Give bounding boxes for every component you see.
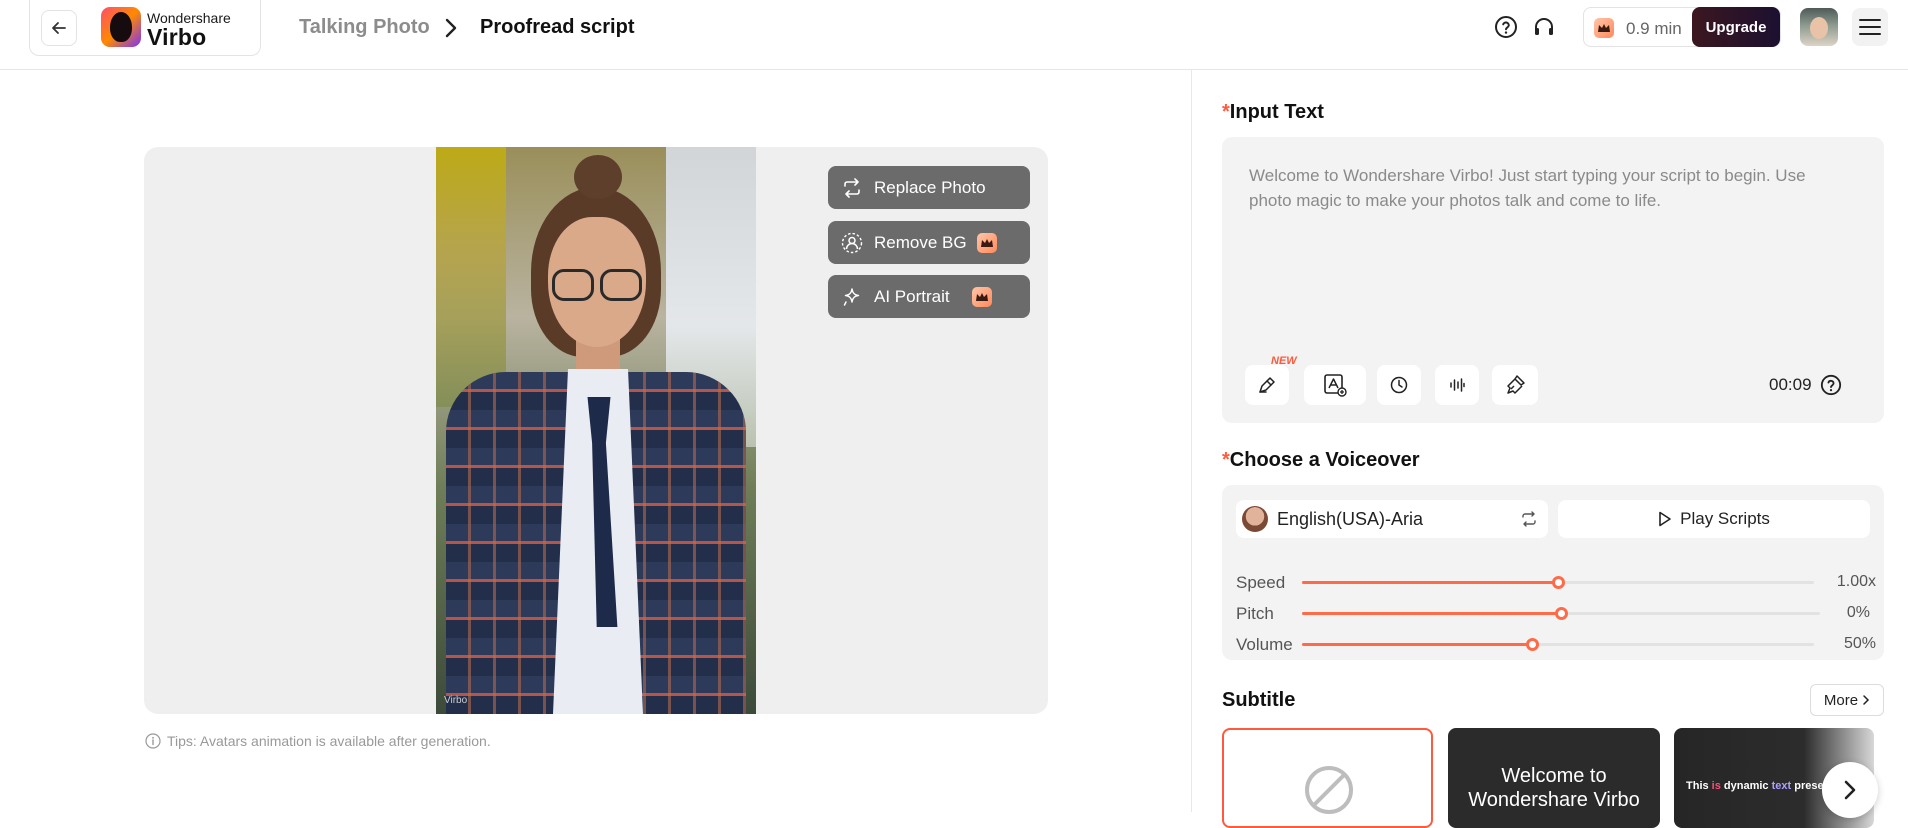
script-text[interactable]: Welcome to Wondershare Virbo! Just start… — [1249, 163, 1849, 213]
script-duration: 00:09 — [1769, 374, 1842, 396]
subtitle-preset-dynamic-text: This is dynamic text preset. — [1686, 780, 1831, 792]
tips-text: Tips: Avatars animation is available aft… — [145, 733, 491, 749]
menu-button[interactable] — [1852, 8, 1888, 46]
script-text-area[interactable]: Welcome to Wondershare Virbo! Just start… — [1222, 137, 1884, 423]
chevron-right-icon — [1863, 695, 1870, 705]
subtitle-next-button[interactable] — [1822, 762, 1878, 818]
voice-name: English(USA)-Aria — [1277, 509, 1424, 529]
play-icon — [1659, 511, 1671, 527]
help-icon[interactable] — [1820, 374, 1842, 396]
text-image-button[interactable] — [1304, 365, 1366, 405]
ai-portrait-button[interactable]: AI Portrait — [828, 275, 1030, 318]
voiceover-heading: *Choose a Voiceover — [1222, 449, 1420, 471]
breadcrumb-talking-photo[interactable]: Talking Photo — [299, 16, 430, 39]
uploaded-photo[interactable]: Virbo — [436, 147, 756, 714]
brand-product: Virbo — [147, 24, 207, 50]
brand-box: Wondershare Virbo — [29, 0, 261, 56]
remove-bg-button[interactable]: Remove BG — [828, 221, 1030, 264]
replace-photo-label: Replace Photo — [874, 177, 986, 197]
more-subtitles-button[interactable]: More — [1810, 684, 1884, 716]
ai-write-button[interactable]: NEW — [1245, 355, 1297, 405]
info-icon — [145, 733, 161, 749]
input-text-heading: *Input Text — [1222, 101, 1324, 123]
user-avatar[interactable] — [1800, 8, 1838, 46]
headset-icon[interactable] — [1531, 14, 1557, 40]
upgrade-button[interactable]: Upgrade — [1692, 7, 1780, 47]
swap-voice-icon[interactable] — [1520, 510, 1538, 528]
no-subtitle-icon — [1305, 766, 1353, 814]
pause-clock-icon — [1390, 376, 1408, 394]
subtitle-preset-classic[interactable]: Welcome to Wondershare Virbo — [1448, 728, 1660, 828]
clean-brush-icon — [1507, 375, 1525, 394]
chevron-right-icon — [444, 17, 458, 44]
premium-crown-icon — [971, 286, 992, 307]
sparkle-icon — [840, 285, 864, 309]
subtitle-heading: Subtitle — [1222, 689, 1296, 711]
volume-slider[interactable]: Volume 50% — [1236, 634, 1876, 654]
tips-label: Tips: Avatars animation is available aft… — [167, 733, 491, 749]
ai-portrait-label: AI Portrait — [874, 286, 950, 306]
breadcrumb-current: Proofread script — [480, 16, 635, 38]
top-header: Wondershare Virbo Talking Photo Proofrea… — [0, 0, 1908, 70]
ai-write-icon — [1259, 377, 1275, 393]
pitch-slider-handle[interactable] — [1555, 607, 1568, 620]
voice-avatar — [1242, 506, 1268, 532]
new-badge: NEW — [1271, 355, 1297, 367]
watermark: Virbo — [444, 695, 468, 706]
remove-bg-label: Remove BG — [874, 232, 967, 252]
replace-icon — [840, 176, 864, 200]
crown-icon — [1594, 18, 1614, 38]
volume-slider-handle[interactable] — [1526, 638, 1540, 651]
help-icon[interactable] — [1493, 14, 1519, 40]
back-button[interactable] — [41, 10, 77, 46]
play-scripts-button[interactable]: Play Scripts — [1558, 500, 1870, 538]
menu-icon — [1859, 19, 1881, 35]
subtitle-preset-none[interactable] — [1222, 728, 1433, 828]
audio-wave-icon — [1450, 378, 1465, 392]
back-arrow-icon — [52, 22, 66, 34]
subtitle-preset-classic-text: Welcome to Wondershare Virbo — [1468, 765, 1640, 811]
pitch-slider[interactable]: Pitch 0% — [1236, 603, 1876, 623]
speed-slider-handle[interactable] — [1552, 576, 1565, 589]
premium-crown-icon — [976, 232, 997, 253]
person-cutout-icon — [840, 231, 864, 255]
replace-photo-button[interactable]: Replace Photo — [828, 166, 1030, 209]
speed-slider[interactable]: Speed 1.00x — [1236, 572, 1876, 592]
audio-button[interactable] — [1435, 365, 1479, 405]
settings-panel: *Input Text Welcome to Wondershare Virbo… — [1192, 70, 1908, 828]
credits-remaining: 0.9 min — [1626, 19, 1682, 38]
text-image-icon — [1324, 374, 1347, 397]
virbo-logo[interactable] — [101, 7, 141, 47]
voiceover-box: English(USA)-Aria Play Scripts Speed 1.0… — [1222, 485, 1884, 660]
pause-button[interactable] — [1377, 365, 1421, 405]
voice-selector[interactable]: English(USA)-Aria — [1236, 500, 1548, 538]
clean-button[interactable] — [1492, 365, 1538, 405]
chevron-right-icon — [1844, 780, 1856, 800]
